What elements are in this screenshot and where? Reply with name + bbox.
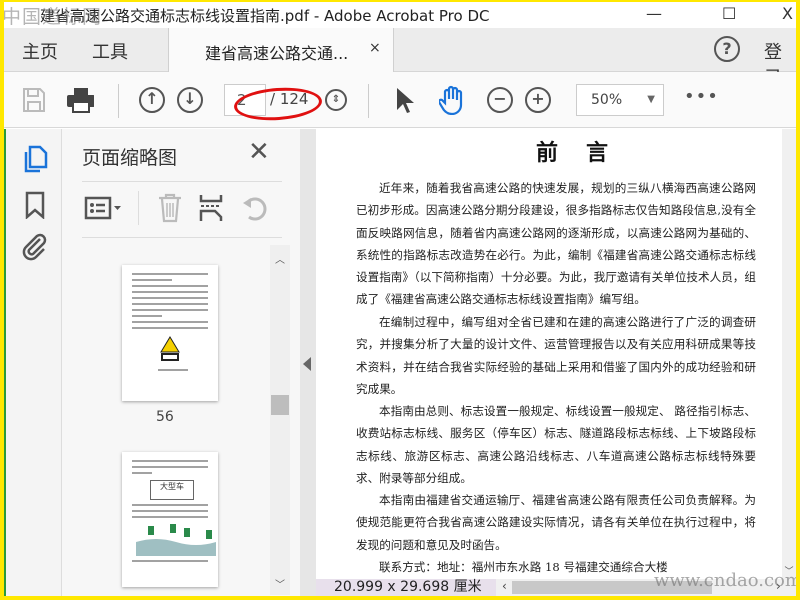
chevron-down-icon: ▼	[647, 94, 655, 105]
scroll-up-icon[interactable]: ︿	[270, 251, 290, 266]
page-thumbnail[interactable]: 大型车	[122, 452, 218, 587]
arrow-down-icon: ↓	[177, 87, 203, 113]
page-size: 20.999 x 29.698 厘米	[316, 579, 496, 596]
scrollbar-thumb[interactable]	[271, 395, 289, 415]
toolbar: ↑ ↓ 2 / 124 ⇕ − + 50% ▼ •••	[4, 72, 796, 128]
paragraph: 本指南由总则、标志设置一般规定、标线设置一般规定、 路径指引标志、收费站标志标线…	[356, 404, 756, 485]
close-tab-icon[interactable]: ×	[369, 40, 381, 56]
bookmark-icon[interactable]	[24, 191, 46, 223]
previous-page-button[interactable]: ↑	[138, 86, 166, 114]
warning-sign-image	[160, 336, 180, 361]
window-title: 建省高速公路交通标志标线设置指南.pdf - Adobe Acrobat Pro…	[40, 7, 490, 25]
left-nav-rail	[4, 129, 62, 596]
acrobat-window: 建省高速公路交通标志标线设置指南.pdf - Adobe Acrobat Pro…	[4, 2, 796, 596]
delete-page-icon[interactable]	[156, 193, 184, 227]
scroll-down-icon[interactable]: ﹀	[270, 576, 290, 591]
sign-image: 大型车	[150, 480, 194, 500]
page-thumbnails-panel: 页面缩略图 ✕ 56 大型车 ︿ ﹀	[62, 129, 300, 596]
zoom-in-button[interactable]: +	[524, 86, 552, 114]
paragraph: 本指南由福建省交通运输厅、福建省高速公路有限责任公司负责解释。为使规范能更符合我…	[356, 493, 756, 552]
tab-home[interactable]: 主页	[22, 38, 58, 64]
zoom-pages-icon[interactable]: ⇕	[322, 86, 350, 114]
scroll-left-icon[interactable]: ‹	[502, 579, 507, 593]
zoom-out-button[interactable]: −	[486, 86, 514, 114]
document-heading: 前言	[536, 140, 637, 166]
maximize-button[interactable]: ☐	[722, 4, 736, 23]
divider	[118, 84, 119, 118]
insert-page-icon[interactable]	[198, 193, 224, 227]
zoom-value: 50%	[591, 92, 623, 108]
close-panel-icon[interactable]: ✕	[248, 137, 270, 167]
document-page: 前言 近年来，随着我省高速公路的快速发展，规划的三纵八横海西高速公路网已初步形成…	[316, 129, 782, 579]
thumbnail-page-number: 56	[156, 409, 174, 425]
hand-tool-icon[interactable]	[438, 85, 466, 115]
page-thumbnail[interactable]	[122, 265, 218, 401]
watermark-url: www.cndao.com	[654, 570, 796, 591]
divider	[82, 237, 282, 238]
tab-bar: 主页 工具 建省高速公路交通... × ? 登录	[4, 28, 796, 89]
next-page-button[interactable]: ↓	[176, 86, 204, 114]
zoom-select[interactable]: 50% ▼	[576, 84, 664, 116]
minus-icon: −	[487, 87, 513, 113]
panel-title: 页面缩略图	[82, 147, 178, 169]
minimize-button[interactable]: —	[646, 4, 662, 23]
road-illustration	[136, 524, 216, 556]
divider	[368, 84, 369, 118]
watermark-logo: 中国道标网	[4, 6, 103, 28]
save-icon[interactable]	[20, 86, 48, 114]
rotate-page-icon[interactable]	[240, 193, 270, 227]
title-bar: 建省高速公路交通标志标线设置指南.pdf - Adobe Acrobat Pro…	[4, 2, 796, 28]
arrow-up-icon: ↑	[139, 87, 165, 113]
divider	[82, 181, 282, 182]
print-icon[interactable]	[66, 86, 94, 114]
divider	[138, 191, 139, 225]
tab-document[interactable]: 建省高速公路交通... ×	[168, 28, 394, 73]
attachment-icon[interactable]	[22, 233, 48, 265]
thumbnail-options-icon[interactable]	[84, 195, 122, 225]
document-scrollbar[interactable]: ﹀	[782, 129, 796, 579]
collapse-arrow-icon	[303, 357, 311, 371]
document-tab-label: 建省高速公路交通...	[205, 44, 349, 63]
select-cursor-icon[interactable]	[390, 86, 418, 114]
collapse-panel-handle[interactable]	[300, 129, 316, 596]
paragraph: 在编制过程中，编写组对全省已建和在建的高速公路进行了广泛的调查研究，并搜集分析了…	[356, 315, 756, 396]
tab-tools[interactable]: 工具	[92, 38, 128, 64]
paragraph: 近年来，随着我省高速公路的快速发展，规划的三纵八横海西高速公路网已初步形成。因高…	[356, 181, 756, 307]
page-thumbnails-icon[interactable]	[22, 145, 48, 177]
close-window-button[interactable]: X	[782, 4, 793, 23]
more-tools-button[interactable]: •••	[684, 86, 719, 107]
help-icon[interactable]: ?	[714, 36, 740, 62]
plus-icon: +	[525, 87, 551, 113]
thumbnail-scrollbar[interactable]: ︿ ﹀	[270, 245, 290, 595]
